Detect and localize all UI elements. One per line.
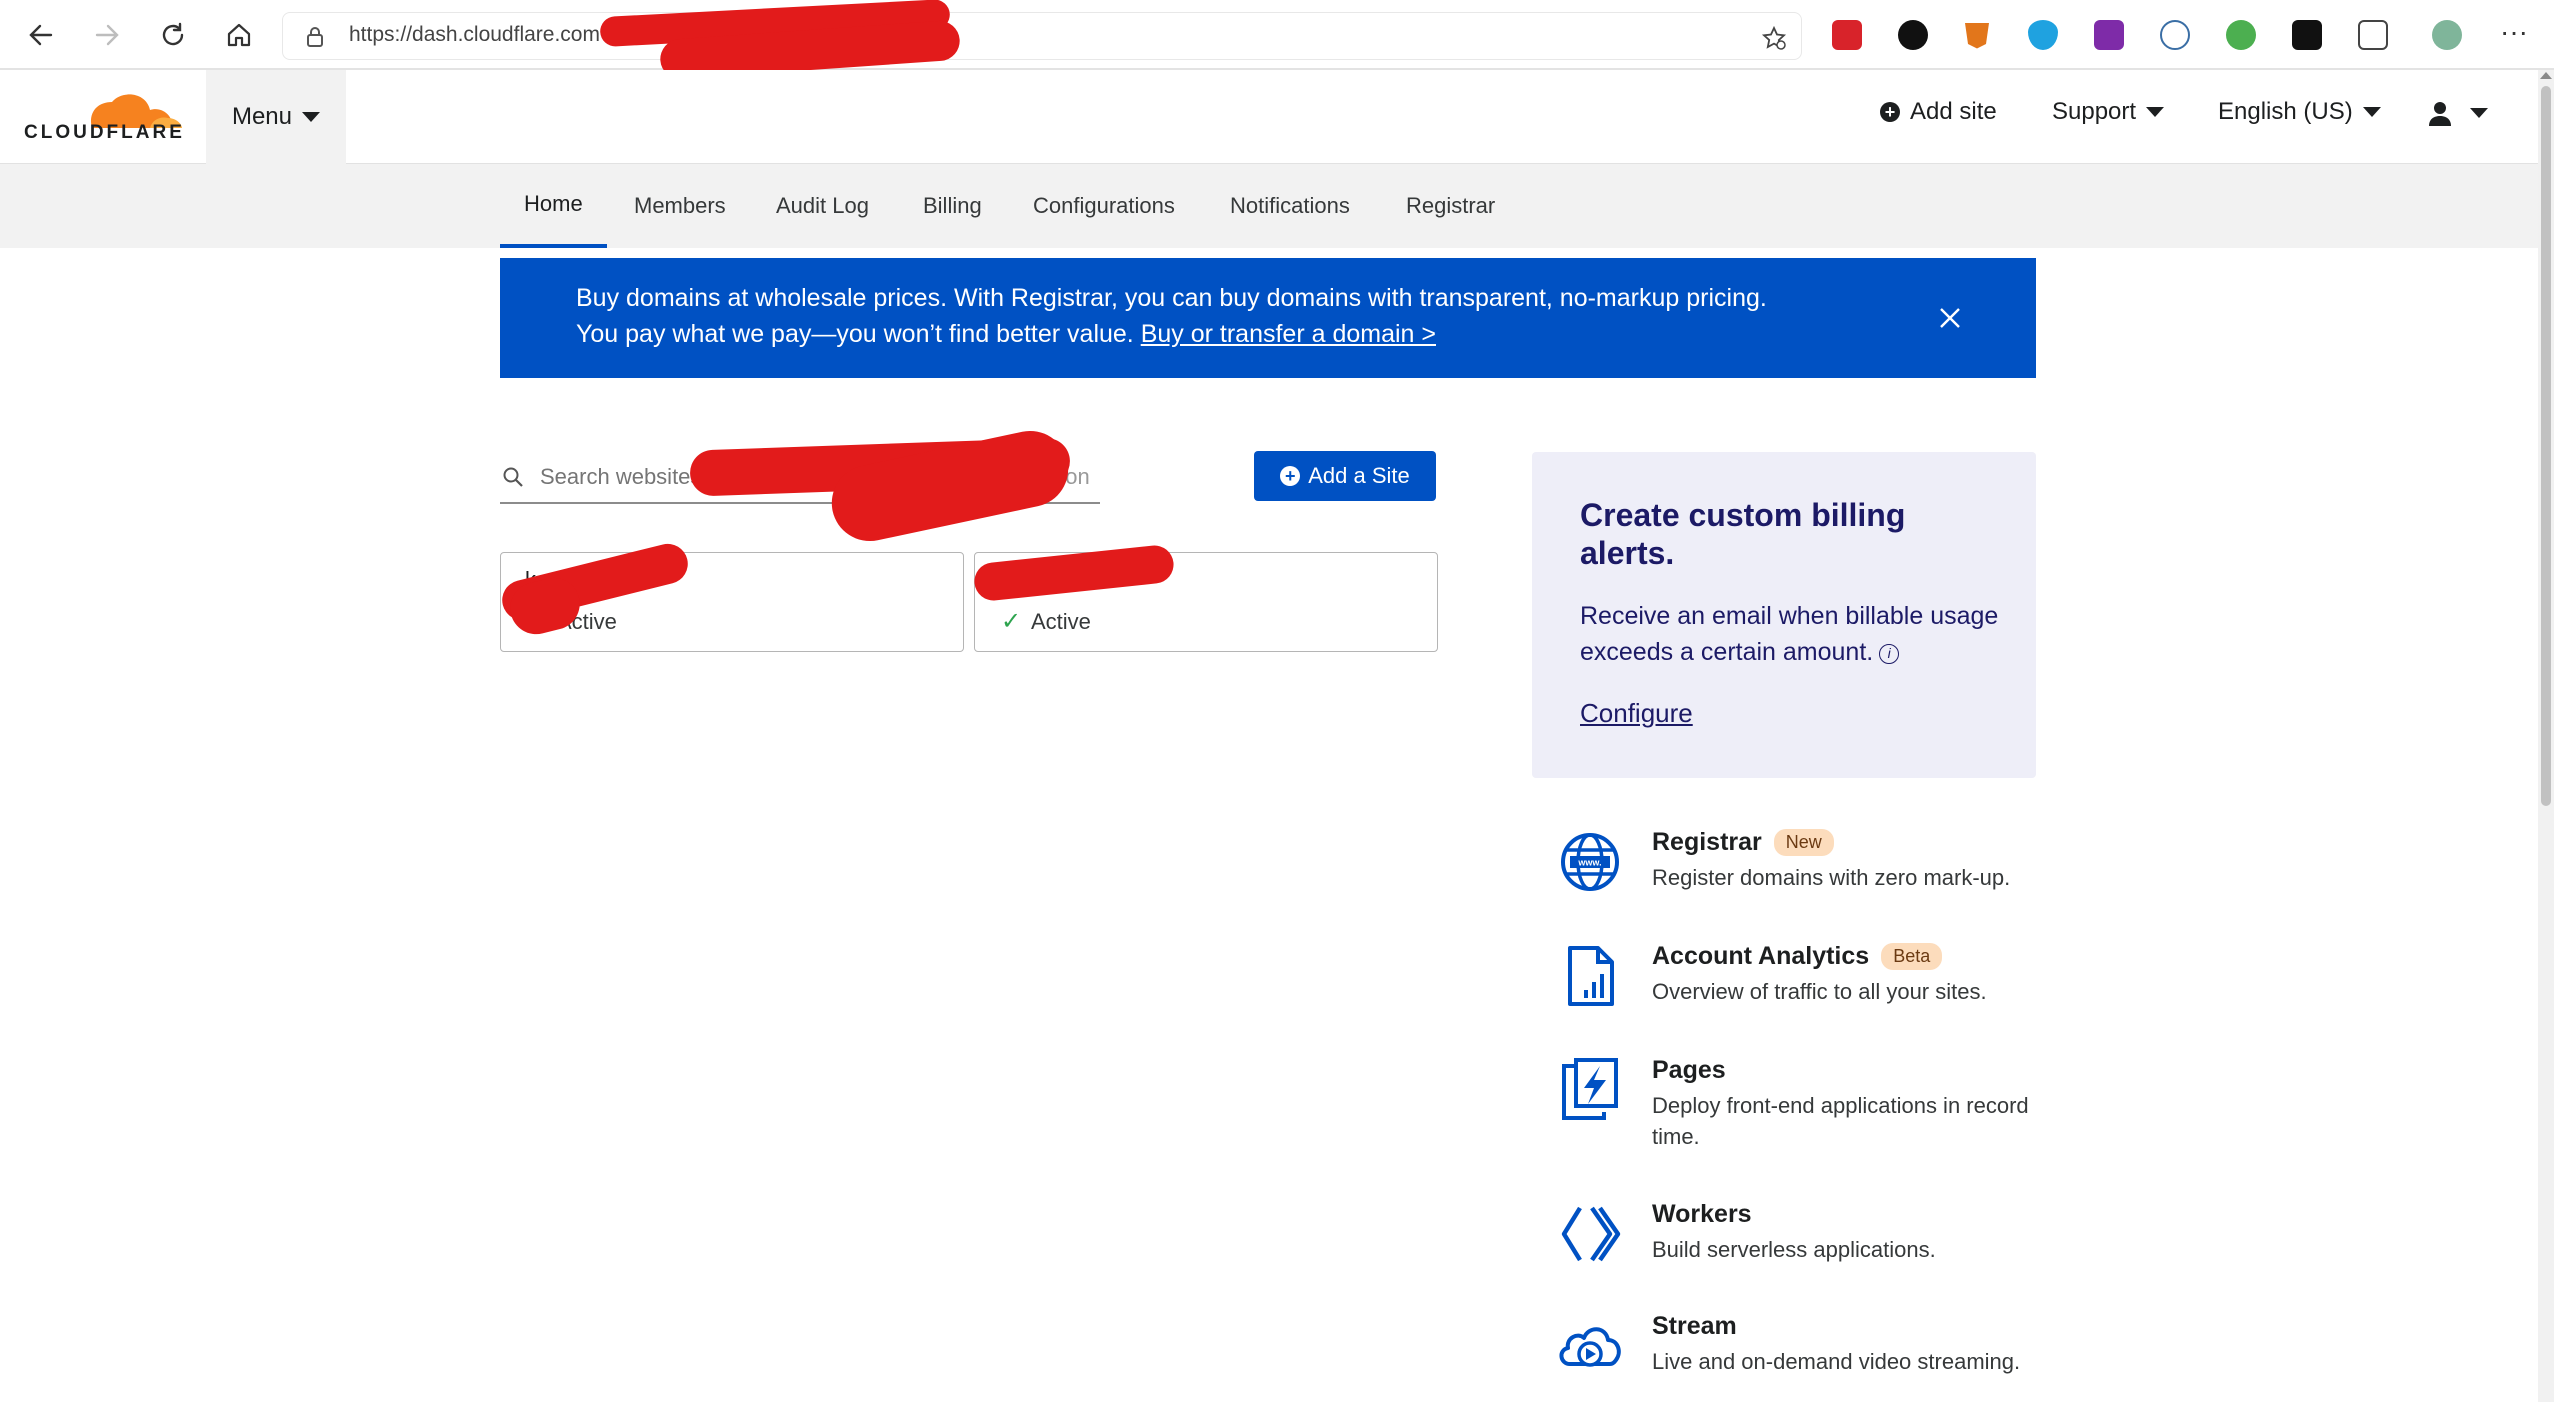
extension-tampermonkey-icon[interactable] [2292,20,2322,50]
product-title: Pages [1652,1056,1726,1085]
banner-line-2-text: You pay what we pay—you won’t find bette… [576,320,1141,348]
home-icon[interactable] [216,12,262,58]
extension-onenote-icon[interactable] [2094,20,2124,50]
new-badge: New [1773,829,1834,856]
tab-audit-log[interactable]: Audit Log [776,164,869,248]
product-title-text: Registrar [1652,828,1762,856]
url-text: https://dash.cloudflare.com [349,23,600,46]
chevron-down-icon [2470,108,2488,118]
language-dropdown[interactable]: English (US) [2218,98,2381,126]
globe-www-icon: www. [1561,833,1619,891]
banner-line-1: Buy domains at wholesale prices. With Re… [576,284,1767,312]
brand-wordmark: CLOUDFLARE [24,122,185,143]
banner-line-2: You pay what we pay—you won’t find bette… [576,320,1436,349]
support-label: Support [2052,98,2137,125]
extension-monitor-icon[interactable] [2160,20,2190,50]
extensions-puzzle-icon[interactable] [2358,20,2388,50]
user-icon [2429,102,2451,126]
tab-home[interactable]: Home [500,164,607,248]
scrollbar-thumb[interactable] [2541,86,2551,806]
configure-link[interactable]: Configure [1580,698,1693,729]
extension-adblock-icon[interactable] [1832,20,1862,50]
extension-wallet-icon[interactable] [2028,20,2058,50]
plus-circle-icon: + [1280,466,1301,486]
tab-notifications[interactable]: Notifications [1230,164,1350,248]
plus-circle-icon: + [1880,102,1900,122]
billing-card-title: Create custom billing alerts. [1580,497,1906,571]
stream-cloud-play-icon [1559,1327,1621,1367]
language-label: English (US) [2218,98,2353,125]
address-bar[interactable]: https://dash.cloudflare.com [282,12,1802,60]
billing-card-description: Receive an email when billable usage exc… [1580,598,2010,670]
chevron-down-icon [2362,107,2381,117]
extension-globe-icon[interactable] [2226,20,2256,50]
analytics-document-icon [1568,946,1614,1006]
billing-card-description-text: Receive an email when billable usage exc… [1580,602,1999,666]
chevron-down-icon [302,112,321,122]
registrar-promo-banner: Buy domains at wholesale prices. With Re… [500,258,2036,378]
tab-registrar[interactable]: Registrar [1406,164,1495,248]
browser-more-icon[interactable]: ··· [2500,16,2528,48]
user-menu[interactable] [2428,100,2488,126]
support-dropdown[interactable]: Support [2052,98,2165,126]
add-a-site-button[interactable]: + Add a Site [1254,451,1436,501]
back-arrow-icon[interactable] [18,12,64,58]
forward-arrow-icon[interactable] [84,12,130,58]
svg-text:www.: www. [1577,858,1601,868]
menu-button[interactable]: Menu [206,70,346,164]
pages-lightning-icon [1562,1058,1618,1120]
product-title: Stream [1652,1312,1737,1341]
extension-binance-icon[interactable] [1898,20,1928,50]
product-title-text: Pages [1652,1056,1726,1084]
workers-brackets-icon [1561,1206,1621,1262]
account-tabs: Home Members Audit Log Billing Configura… [0,164,2538,248]
product-description: Overview of traffic to all your sites. [1652,979,1987,1004]
product-title: Workers [1652,1200,1752,1229]
add-site-label: Add site [1910,98,1997,125]
tab-members[interactable]: Members [634,164,726,248]
product-title-text: Workers [1652,1200,1752,1228]
lock-icon [307,27,323,47]
product-title-text: Stream [1652,1312,1737,1340]
reload-icon[interactable] [150,12,196,58]
product-description: Live and on-demand video streaming. [1652,1349,2021,1374]
billing-alerts-card: Create custom billing alerts. Receive an… [1532,452,2036,778]
checkmark-icon: ✓ [1001,608,1022,635]
favorite-star-icon[interactable] [1761,25,1787,51]
tab-billing[interactable]: Billing [923,164,982,248]
chevron-down-icon [2146,107,2165,117]
product-title-text: Account Analytics [1652,942,1870,970]
search-icon [503,467,523,487]
product-title: Account Analytics Beta [1652,942,1943,971]
product-title: Registrar New [1652,828,1834,857]
beta-badge: Beta [1881,943,1943,970]
extension-metamask-icon[interactable] [1965,23,1989,49]
scroll-up-arrow-icon[interactable] [2540,72,2552,79]
add-a-site-label: Add a Site [1308,463,1410,488]
product-description: Deploy front-end applications in record … [1652,1093,2029,1149]
close-icon[interactable] [1930,298,1970,338]
buy-transfer-domain-link[interactable]: Buy or transfer a domain > [1141,320,1436,348]
product-description: Build serverless applications. [1652,1237,1936,1262]
info-icon[interactable]: i [1879,644,1900,664]
profile-avatar[interactable] [2432,20,2462,50]
add-site-header-button[interactable]: + Add site [1880,98,1997,126]
product-description: Register domains with zero mark-up. [1652,865,2011,890]
tab-configurations[interactable]: Configurations [1033,164,1175,248]
site-status: Active [1031,609,1091,634]
menu-label: Menu [231,103,293,130]
browser-toolbar: https://dash.cloudflare.com ··· [0,0,2554,70]
